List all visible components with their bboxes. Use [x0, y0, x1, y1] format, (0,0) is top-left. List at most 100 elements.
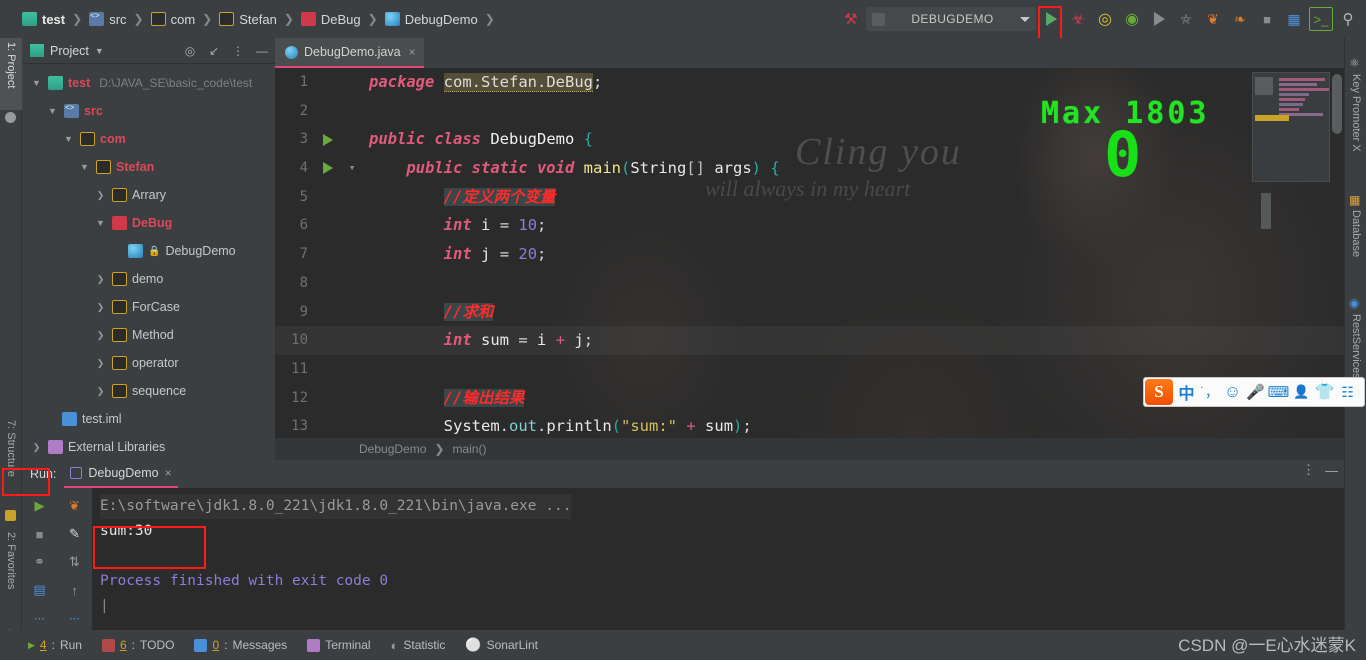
run-button[interactable]	[1039, 7, 1063, 31]
ime-toolbox-icon[interactable]: ☷	[1336, 379, 1359, 405]
package-icon	[219, 12, 235, 26]
breadcrumb-item-src[interactable]: src	[89, 11, 127, 27]
tree-node-src[interactable]: ▼ src	[22, 97, 275, 125]
chevron-right-icon[interactable]: ❯	[94, 190, 107, 201]
breadcrumb-class[interactable]: DebugDemo	[359, 442, 426, 456]
minimap-viewport[interactable]	[1255, 115, 1289, 121]
sort-button[interactable]: ⇅	[57, 548, 92, 576]
run-coverage-button[interactable]: ◎	[1093, 7, 1117, 31]
editor-tab-debugdemo[interactable]: DebugDemo.java ×	[275, 38, 424, 68]
tree-node-operator[interactable]: ❯ operator	[22, 349, 275, 377]
chevron-right-icon[interactable]: ❯	[94, 386, 107, 397]
minimap-thumb[interactable]	[1255, 77, 1273, 95]
sidebar-item-project[interactable]: 1: Project	[0, 38, 22, 110]
status-item-run[interactable]: ▶ 4: Run	[28, 638, 82, 652]
tree-node-sequence[interactable]: ❯ sequence	[22, 377, 275, 405]
editor-scrollbar[interactable]	[1332, 74, 1342, 134]
run-method-gutter-icon[interactable]	[315, 162, 341, 175]
minimap-scroll-thumb[interactable]	[1261, 193, 1271, 229]
more-right-button[interactable]: ⋯	[57, 604, 92, 632]
layout-grid-icon[interactable]: ▦	[1282, 7, 1306, 31]
rerun-failed-button[interactable]: ❦	[57, 492, 92, 520]
sidebar-item-key-promoter[interactable]: Key Promoter X	[1345, 70, 1366, 178]
chevron-down-icon[interactable]: ▼	[30, 78, 43, 88]
breadcrumb-item-com[interactable]: com	[150, 12, 195, 27]
tree-node-test[interactable]: ▼ test D:\JAVA_SE\basic_code\test	[22, 69, 275, 97]
chevron-down-icon[interactable]: ▼	[95, 46, 104, 56]
breadcrumb-item-stefan[interactable]: Stefan	[219, 12, 277, 27]
editor-breadcrumb: DebugDemo ❯ main()	[275, 438, 1344, 460]
chevron-down-icon[interactable]: ▼	[94, 218, 107, 228]
run-grey-button[interactable]	[1147, 7, 1171, 31]
target-icon[interactable]: ◎	[181, 42, 199, 60]
rerun-tests-button[interactable]: ❦	[1201, 7, 1225, 31]
ime-emoji-icon[interactable]: ☺	[1221, 379, 1244, 405]
hide-panel-icon[interactable]: —	[1325, 463, 1338, 478]
ime-microphone-icon[interactable]: 🎤	[1244, 379, 1267, 405]
build-icon[interactable]: ⚒	[839, 7, 863, 31]
sidebar-item-structure[interactable]: 7: Structure	[0, 416, 22, 508]
edit-config-button[interactable]: ✎	[57, 520, 92, 548]
hide-panel-icon[interactable]: —	[253, 42, 271, 60]
attach-button[interactable]: ⚭	[22, 548, 57, 576]
chevron-right-icon[interactable]: ❯	[30, 442, 43, 453]
tree-node-forcase[interactable]: ❯ ForCase	[22, 293, 275, 321]
ime-punctuation-icon[interactable]: ˙，	[1198, 379, 1221, 405]
chevron-down-icon[interactable]: ▼	[62, 134, 75, 144]
breadcrumb-item-test[interactable]: test	[22, 12, 65, 27]
tree-node-method[interactable]: ❯ Method	[22, 321, 275, 349]
more-options-icon[interactable]: ⋮	[229, 42, 247, 60]
ime-skin-icon[interactable]: 👕	[1313, 379, 1336, 405]
run-configuration-selector[interactable]: DEBUGDEMO	[866, 7, 1036, 31]
sidebar-item-favorites[interactable]: 2: Favorites	[0, 528, 22, 623]
chevron-right-icon[interactable]: ❯	[94, 358, 107, 369]
breadcrumb-item-debugdemo[interactable]: DebugDemo	[384, 12, 478, 27]
tree-node-com[interactable]: ▼ com	[22, 125, 275, 153]
sidebar-item-database[interactable]: Database	[1345, 206, 1366, 284]
tree-node-test-iml[interactable]: test.iml	[22, 405, 275, 433]
status-item-statistic[interactable]: ◐ Statistic	[391, 638, 446, 653]
chevron-right-icon[interactable]: ❯	[94, 302, 107, 313]
scroll-up-button[interactable]: ↑	[57, 576, 92, 604]
search-everywhere-icon[interactable]: ⚲	[1336, 7, 1360, 31]
stop-button[interactable]: ■	[22, 520, 57, 548]
breadcrumb-item-debug[interactable]: DeBug	[300, 12, 361, 27]
tree-node-stefan[interactable]: ▼ Stefan	[22, 153, 275, 181]
tree-node-arrary[interactable]: ❯ Arrary	[22, 181, 275, 209]
ime-chinese-mode-icon[interactable]: 中	[1175, 379, 1198, 405]
more-options-icon[interactable]: ⋮	[1302, 462, 1315, 478]
status-item-todo[interactable]: 6: TODO	[101, 638, 174, 652]
status-item-messages[interactable]: 0: Messages	[194, 638, 287, 652]
terminal-icon[interactable]: >_	[1309, 7, 1333, 31]
chevron-down-icon[interactable]: ▼	[78, 162, 91, 172]
chevron-right-icon[interactable]: ❯	[94, 330, 107, 341]
profiler-button[interactable]: ◉	[1120, 7, 1144, 31]
tree-node-demo[interactable]: ❯ demo	[22, 265, 275, 293]
status-item-sonarlint[interactable]: ⚪ SonarLint	[465, 637, 538, 653]
stop-button[interactable]: ■	[1255, 7, 1279, 31]
chevron-right-icon[interactable]: ❯	[94, 274, 107, 285]
ime-keyboard-icon[interactable]: ⌨	[1267, 379, 1290, 405]
debug-button[interactable]: ☣	[1066, 7, 1090, 31]
tree-node-debugdemo[interactable]: 🔒 DebugDemo	[22, 237, 275, 265]
tree-node-debug[interactable]: ▼ DeBug	[22, 209, 275, 237]
sogou-logo-icon[interactable]: S	[1145, 379, 1173, 405]
console-output[interactable]: E:\software\jdk1.8.0_221\jdk1.8.0_221\bi…	[92, 488, 1344, 630]
status-item-terminal[interactable]: Terminal	[307, 638, 371, 652]
fold-handle-icon[interactable]: ▾	[341, 154, 363, 183]
ime-user-icon[interactable]: 👤	[1290, 379, 1313, 405]
coverage-tests-button[interactable]: ❧	[1228, 7, 1252, 31]
rerun-button[interactable]: ▶	[22, 492, 57, 520]
code-minimap[interactable]	[1252, 72, 1330, 229]
run-class-gutter-icon[interactable]	[315, 133, 341, 146]
run-tab-debugdemo[interactable]: DebugDemo ×	[64, 460, 178, 488]
more-left-button[interactable]: ⋯	[22, 604, 57, 632]
print-button[interactable]: ▤	[22, 576, 57, 604]
attach-process-icon[interactable]: ⛤	[1174, 7, 1198, 31]
close-icon[interactable]: ×	[409, 45, 416, 59]
chevron-down-icon[interactable]: ▼	[46, 106, 59, 116]
close-icon[interactable]: ×	[165, 466, 172, 480]
tree-node-external-libraries[interactable]: ❯ External Libraries	[22, 433, 275, 461]
collapse-all-icon[interactable]: ↙	[205, 42, 223, 60]
breadcrumb-method[interactable]: main()	[452, 442, 486, 456]
